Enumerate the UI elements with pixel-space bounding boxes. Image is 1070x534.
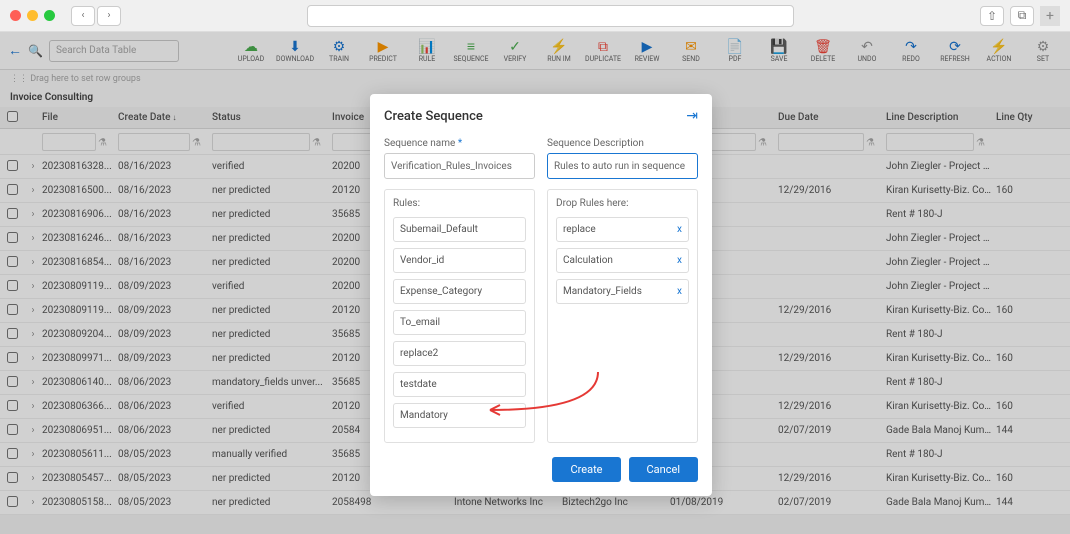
- rules-panel: Rules: Subemail_Default Vendor_id Expense_…: [384, 189, 535, 443]
- rule-item[interactable]: Mandatory: [393, 403, 526, 428]
- rule-item[interactable]: Vendor_id: [393, 248, 526, 273]
- minimize-window[interactable]: [27, 10, 38, 21]
- dropped-rule-item[interactable]: Calculationx: [556, 248, 689, 273]
- rule-item[interactable]: Expense_Category: [393, 279, 526, 304]
- address-bar[interactable]: [307, 5, 794, 27]
- rules-label: Rules:: [393, 198, 526, 209]
- tabs-icon[interactable]: ⧉: [1010, 6, 1034, 26]
- create-sequence-modal: Create Sequence ⇥ Sequence name * Sequen…: [370, 94, 712, 496]
- modal-close-icon[interactable]: ⇥: [686, 108, 698, 124]
- drop-panel[interactable]: Drop Rules here: replacex Calculationx Man…: [547, 189, 698, 443]
- titlebar: ‹ › ⇧ ⧉ +: [0, 0, 1070, 32]
- rule-item[interactable]: replace2: [393, 341, 526, 366]
- rule-item[interactable]: testdate: [393, 372, 526, 397]
- share-icon[interactable]: ⇧: [980, 6, 1004, 26]
- remove-rule-icon[interactable]: x: [677, 286, 682, 297]
- traffic-lights: [10, 10, 55, 21]
- sequence-name-input[interactable]: [384, 153, 535, 179]
- create-button[interactable]: Create: [552, 457, 620, 482]
- nav-back[interactable]: ‹: [71, 6, 95, 26]
- maximize-window[interactable]: [44, 10, 55, 21]
- drop-label: Drop Rules here:: [556, 198, 689, 209]
- rule-item[interactable]: To_email: [393, 310, 526, 335]
- nav-forward[interactable]: ›: [97, 6, 121, 26]
- new-tab[interactable]: +: [1040, 6, 1060, 26]
- dropped-rule-item[interactable]: replacex: [556, 217, 689, 242]
- sequence-name-label: Sequence name *: [384, 138, 535, 149]
- sequence-desc-input[interactable]: [547, 153, 698, 179]
- dropped-rule-item[interactable]: Mandatory_Fieldsx: [556, 279, 689, 304]
- remove-rule-icon[interactable]: x: [677, 224, 682, 235]
- cancel-button[interactable]: Cancel: [629, 457, 698, 482]
- rule-item[interactable]: Subemail_Default: [393, 217, 526, 242]
- remove-rule-icon[interactable]: x: [677, 255, 682, 266]
- sequence-desc-label: Sequence Description: [547, 138, 698, 149]
- close-window[interactable]: [10, 10, 21, 21]
- modal-title: Create Sequence: [384, 109, 483, 124]
